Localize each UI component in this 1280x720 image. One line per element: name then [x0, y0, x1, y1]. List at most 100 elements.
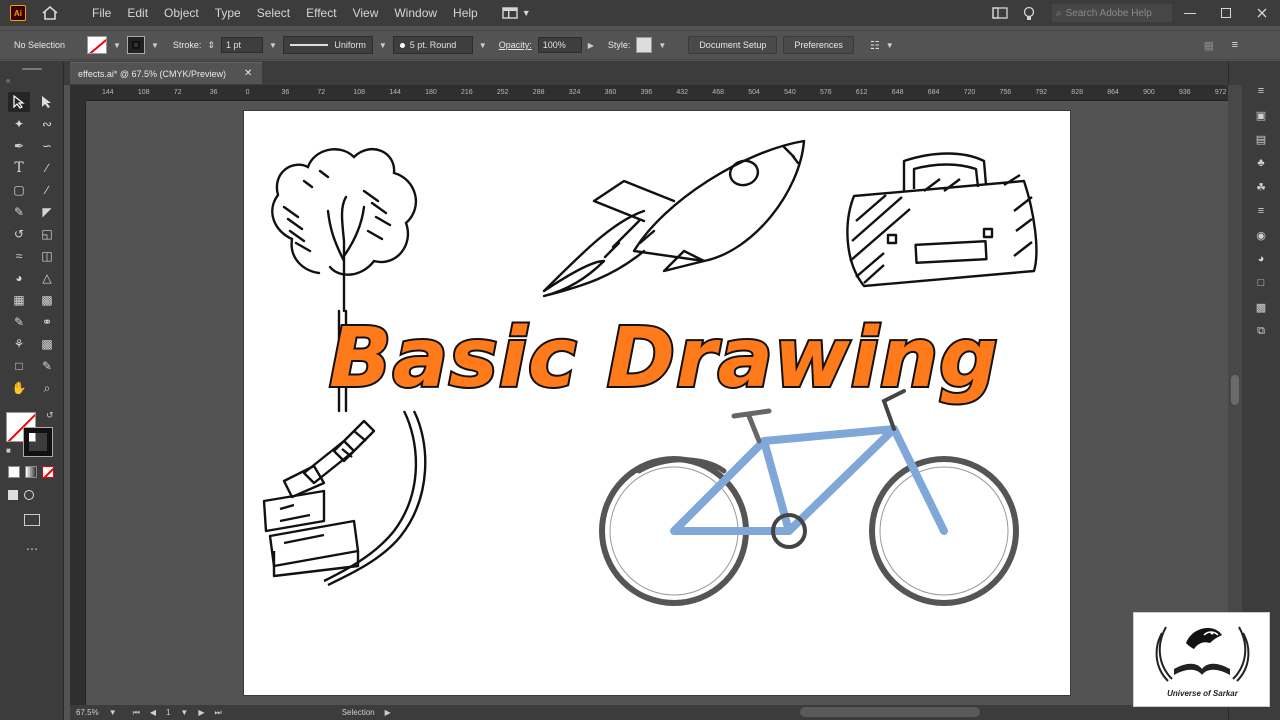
layers-panel-icon[interactable]: ▤ — [1252, 132, 1270, 146]
stroke-black-swatch[interactable] — [24, 428, 52, 456]
horizontal-scrollbar-thumb[interactable] — [800, 707, 980, 717]
opacity-label[interactable]: Opacity: — [499, 40, 532, 50]
menu-type[interactable]: Type — [207, 6, 249, 20]
last-artboard-icon[interactable]: ⏭ — [215, 708, 222, 718]
close-icon[interactable]: ✕ — [244, 68, 252, 79]
chevron-down-icon[interactable]: ▼ — [658, 41, 666, 50]
draw-normal-icon[interactable] — [8, 490, 18, 500]
next-artboard-icon[interactable]: ▶ — [198, 708, 204, 717]
chevron-down-icon[interactable]: ▼ — [109, 708, 117, 717]
chevron-down-icon[interactable]: ▼ — [269, 41, 277, 50]
stepper-icon[interactable]: ⇕ — [207, 40, 215, 51]
scroll-thumb[interactable] — [1231, 375, 1239, 405]
none-mode-icon[interactable] — [42, 466, 54, 478]
opacity-field[interactable]: 100% — [537, 37, 582, 53]
properties-panel-icon[interactable]: ≡ — [1252, 84, 1270, 98]
toolbar-grip[interactable] — [22, 68, 42, 70]
workspace-switcher[interactable]: ▼ — [502, 7, 531, 19]
eraser-tool-icon[interactable]: ◤ — [36, 202, 58, 222]
zoom-tool-icon[interactable]: ⌕ — [36, 378, 58, 398]
rotate-tool-icon[interactable]: ↺ — [8, 224, 30, 244]
transform-panel-icon[interactable]: □ — [1252, 276, 1270, 290]
menu-effect[interactable]: Effect — [298, 6, 344, 20]
scale-tool-icon[interactable]: ◱ — [36, 224, 58, 244]
menu-help[interactable]: Help — [445, 6, 486, 20]
fill-stroke-widget[interactable]: ↺ ■ — [6, 410, 54, 456]
collapse-icon[interactable]: « — [6, 76, 10, 85]
stroke-swatch[interactable] — [126, 36, 145, 54]
rectangle-tool-icon[interactable]: ▢ — [8, 180, 30, 200]
chevron-down-icon[interactable]: ▼ — [180, 708, 188, 717]
first-artboard-icon[interactable]: ⏮ — [133, 708, 140, 718]
menu-edit[interactable]: Edit — [119, 6, 156, 20]
shape-builder-tool-icon[interactable]: ◕ — [8, 268, 30, 288]
slice-tool-icon[interactable]: ✎ — [36, 356, 58, 376]
pen-tool-icon[interactable]: ✒ — [8, 136, 30, 156]
fill-swatch[interactable] — [87, 36, 108, 54]
chevron-down-icon[interactable]: ▼ — [151, 41, 159, 50]
warp-tool-icon[interactable]: ≈ — [8, 246, 30, 266]
gradient-mode-icon[interactable] — [25, 466, 37, 478]
line-tool-icon[interactable]: ∕ — [36, 158, 58, 178]
color-mode-icon[interactable] — [8, 466, 20, 478]
horizontal-ruler[interactable]: 144 108 72 36 0 36 72 108 144 180 216 252 288 324 360 3… — [86, 85, 1228, 101]
zoom-level[interactable]: 67.5% — [76, 708, 99, 717]
discover-bulb-icon[interactable] — [1018, 0, 1040, 26]
brushes-panel-icon[interactable]: ☘ — [1252, 180, 1270, 194]
libraries-panel-icon[interactable]: ▣ — [1252, 108, 1270, 122]
chevron-down-icon[interactable]: ▼ — [113, 41, 121, 50]
document-setup-button[interactable]: Document Setup — [688, 36, 778, 54]
control-menu-icon[interactable]: ≡ — [1232, 39, 1238, 51]
pencil-tool-icon[interactable]: ✎ — [8, 202, 30, 222]
screen-mode-icon[interactable] — [24, 514, 40, 526]
lasso-tool-icon[interactable]: ∾ — [36, 114, 58, 134]
stroke-weight-field[interactable]: 1 pt — [220, 37, 263, 53]
canvas[interactable]: Basic Drawing — [86, 101, 1228, 705]
more-tools-icon[interactable]: ⋯ — [26, 542, 38, 556]
home-icon[interactable] — [40, 3, 60, 23]
arrange-docs-icon[interactable] — [982, 0, 1018, 26]
free-transform-tool-icon[interactable]: ◫ — [36, 246, 58, 266]
minimize-button[interactable] — [1172, 0, 1208, 26]
chevron-down-icon[interactable]: ▼ — [886, 41, 894, 50]
current-tool-status[interactable]: Selection — [342, 708, 375, 717]
selection-tool-icon[interactable] — [8, 92, 30, 112]
search-input[interactable]: ⌕ Search Adobe Help — [1052, 4, 1172, 22]
artboard[interactable]: Basic Drawing — [244, 111, 1070, 695]
swap-icon[interactable]: ↺ — [46, 410, 54, 421]
stroke-panel-icon[interactable]: ≡ — [1252, 204, 1270, 218]
stroke-profile-select[interactable]: Uniform — [282, 36, 373, 54]
symbols-panel-icon[interactable]: ♣ — [1252, 156, 1270, 170]
paintbrush-tool-icon[interactable]: ∕ — [36, 180, 58, 200]
prev-artboard-icon[interactable]: ◀ — [150, 708, 156, 717]
tab-document[interactable]: effects.ai* @ 67.5% (CMYK/Preview) ✕ — [70, 62, 263, 84]
close-button[interactable] — [1244, 0, 1280, 26]
vertical-ruler[interactable] — [70, 101, 86, 705]
restore-button[interactable] — [1208, 0, 1244, 26]
curvature-tool-icon[interactable]: ∽ — [36, 136, 58, 156]
artboard-title[interactable]: Basic Drawing — [274, 309, 1054, 408]
menu-view[interactable]: View — [345, 6, 387, 20]
panel-toggle-icon[interactable]: ▦ — [1204, 39, 1214, 52]
chevron-down-icon[interactable]: ▼ — [479, 41, 487, 50]
menu-object[interactable]: Object — [156, 6, 207, 20]
blend-tool-icon[interactable]: ⚭ — [36, 312, 58, 332]
arrange-icon[interactable]: ☷ — [870, 39, 880, 52]
artboard-number[interactable]: 1 — [166, 708, 170, 717]
direct-selection-tool-icon[interactable] — [36, 92, 58, 112]
chevron-right-icon[interactable]: ▶ — [588, 41, 594, 50]
preferences-button[interactable]: Preferences — [783, 36, 854, 54]
menu-file[interactable]: File — [84, 6, 119, 20]
chevron-right-icon[interactable]: ▶ — [385, 708, 391, 717]
brush-select[interactable]: 5 pt. Round — [392, 36, 473, 54]
menu-window[interactable]: Window — [386, 6, 445, 20]
magic-wand-tool-icon[interactable]: ✦ — [8, 114, 30, 134]
type-tool-icon[interactable]: T — [8, 158, 30, 178]
artboard-tool-icon[interactable]: □ — [8, 356, 30, 376]
menu-select[interactable]: Select — [249, 6, 298, 20]
gradient-tool-icon[interactable]: ▩ — [36, 290, 58, 310]
color-panel-icon[interactable]: ◕ — [1252, 252, 1270, 266]
chevron-down-icon[interactable]: ▼ — [379, 41, 387, 50]
eyedropper-tool-icon[interactable]: ✎ — [8, 312, 30, 332]
style-swatch[interactable] — [636, 37, 653, 53]
